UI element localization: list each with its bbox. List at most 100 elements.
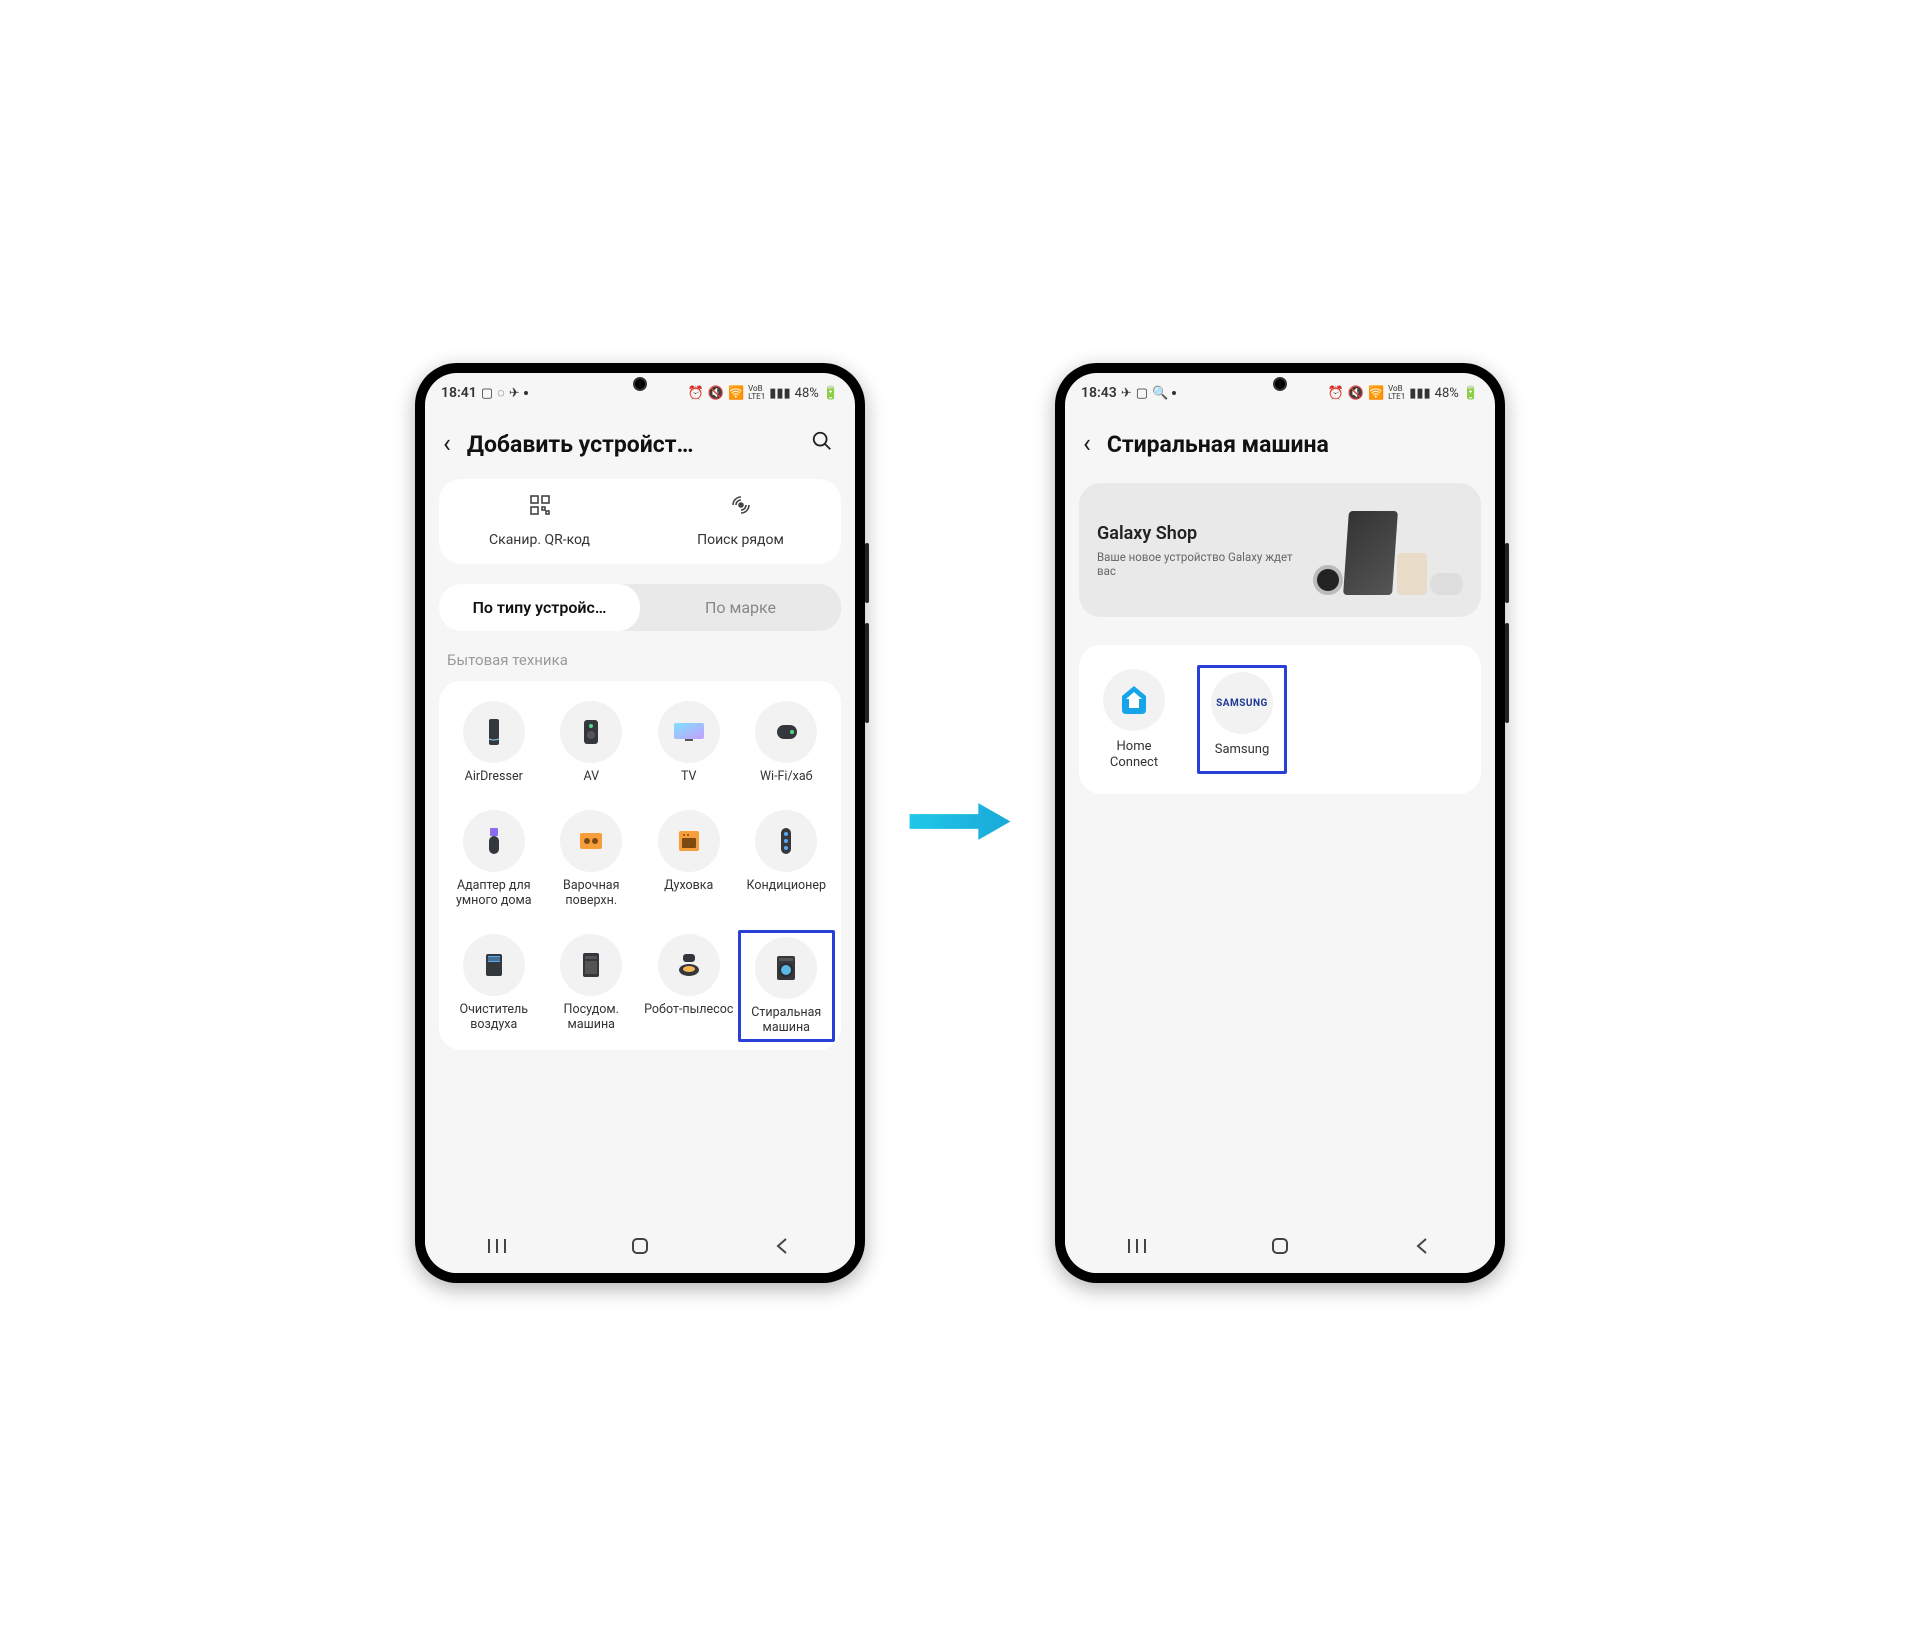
hub-icon (769, 715, 803, 749)
device-ac[interactable]: Кондиционер (738, 806, 836, 912)
empty-space (1065, 812, 1495, 1223)
brand-grid: Home Connect SAMSUNG Samsung (1079, 645, 1481, 794)
promo-banner[interactable]: Galaxy Shop Ваше новое устройство Galaxy… (1079, 483, 1481, 617)
washer-icon (769, 951, 803, 985)
front-camera (633, 377, 647, 391)
oven-icon (672, 824, 706, 858)
phone-frame-right: 18:43 ✈ ▢ 🔍 ⏰ 🔇 🛜 VoBLTE1 ▮▮▮ 48% 🔋 ‹ Ст… (1055, 363, 1505, 1283)
wifi-icon: 🛜 (728, 386, 744, 401)
tab-by-brand[interactable]: По марке (640, 584, 841, 631)
alarm-icon: ⏰ (688, 386, 704, 401)
dongle-icon (477, 824, 511, 858)
device-label: Очиститель воздуха (447, 1002, 541, 1032)
gallery-icon: ▢ (1136, 386, 1148, 401)
mute-icon: 🔇 (1348, 386, 1364, 401)
search-nearby-label: Поиск рядом (697, 532, 784, 548)
battery-text: 48% (795, 386, 819, 401)
section-label-appliances: Бытовая техника (425, 637, 855, 677)
device-oven[interactable]: Духовка (640, 806, 738, 912)
nav-home[interactable] (1269, 1235, 1291, 1261)
volte-icon: VoBLTE1 (748, 385, 765, 401)
status-time: 18:43 (1081, 385, 1117, 401)
device-airdresser[interactable]: AirDresser (445, 697, 543, 788)
purifier-icon (477, 948, 511, 982)
top-actions: Сканир. QR‑код Поиск рядом (439, 479, 841, 564)
device-label: Варочная поверхн. (545, 878, 639, 908)
filter-tabs: По типу устройс… По марке (439, 584, 841, 631)
device-label: TV (681, 769, 697, 784)
nav-bar (1065, 1223, 1495, 1273)
cooktop-icon (574, 824, 608, 858)
device-label: Кондиционер (746, 878, 826, 893)
more-icon (524, 391, 528, 395)
search-status-icon: 🔍 (1152, 386, 1168, 401)
search-icon (811, 430, 833, 452)
scan-qr-action[interactable]: Сканир. QR‑код (439, 479, 640, 564)
power-button (865, 623, 869, 723)
mute-icon: 🔇 (708, 386, 724, 401)
battery-text: 48% (1435, 386, 1459, 401)
nav-home[interactable] (629, 1235, 651, 1261)
device-dishwasher[interactable]: Посудом. машина (543, 930, 641, 1042)
app-header: ‹ Стиральная машина (1065, 407, 1495, 473)
device-label: AirDresser (465, 769, 523, 784)
nav-recent[interactable] (1126, 1235, 1148, 1261)
battery-icon: 🔋 (823, 386, 839, 401)
nav-recent[interactable] (486, 1235, 508, 1261)
app-header: ‹ Добавить устройст… (425, 407, 855, 473)
samsung-logo-icon: SAMSUNG (1211, 672, 1273, 734)
telegram-icon: ✈ (1121, 386, 1132, 401)
brand-label: Home Connect (1093, 739, 1175, 770)
front-camera (1273, 377, 1287, 391)
telegram-icon: ✈ (509, 386, 520, 401)
device-av[interactable]: AV (543, 697, 641, 788)
nav-back[interactable] (1412, 1235, 1434, 1261)
airdresser-icon (477, 715, 511, 749)
device-tv[interactable]: TV (640, 697, 738, 788)
device-robot-vacuum[interactable]: Робот‑пылесос (640, 930, 738, 1042)
device-label: Посудом. машина (545, 1002, 639, 1032)
signal-icon: ▮▮▮ (1409, 386, 1430, 401)
device-cooktop[interactable]: Варочная поверхн. (543, 806, 641, 912)
back-button[interactable]: ‹ (1083, 429, 1097, 459)
wifi-icon: 🛜 (1368, 386, 1384, 401)
search-nearby-action[interactable]: Поиск рядом (640, 479, 841, 564)
ac-icon (769, 824, 803, 858)
signal-icon: ▮▮▮ (769, 386, 790, 401)
brand-home-connect[interactable]: Home Connect (1089, 665, 1179, 774)
device-air-purifier[interactable]: Очиститель воздуха (445, 930, 543, 1042)
home-connect-icon (1103, 669, 1165, 731)
search-button[interactable] (807, 430, 837, 458)
gallery-icon: ▢ (481, 386, 493, 401)
device-label: Wi‑Fi/хаб (760, 769, 813, 784)
alarm-icon: ⏰ (1328, 386, 1344, 401)
radar-icon (646, 493, 835, 523)
speaker-icon (574, 715, 608, 749)
device-label: Стиральная машина (743, 1005, 831, 1035)
device-washing-machine[interactable]: Стиральная машина (738, 930, 836, 1042)
brand-samsung[interactable]: SAMSUNG Samsung (1197, 665, 1287, 774)
device-label: AV (583, 769, 599, 784)
robot-vacuum-icon (672, 948, 706, 982)
volume-button (1505, 543, 1509, 603)
nav-back[interactable] (772, 1235, 794, 1261)
device-type-grid: AirDresser AV TV Wi‑Fi/хаб Адаптер для у (439, 681, 841, 1050)
back-button[interactable]: ‹ (443, 429, 457, 459)
transition-arrow (905, 794, 1015, 853)
scan-qr-label: Сканир. QR‑код (489, 532, 590, 548)
qr-icon (445, 493, 634, 523)
device-label: Духовка (664, 878, 713, 893)
chat-icon: ◌ (497, 385, 505, 401)
device-wifi-hub[interactable]: Wi‑Fi/хаб (738, 697, 836, 788)
promo-title: Galaxy Shop (1097, 523, 1303, 544)
volume-button (865, 543, 869, 603)
phone-frame-left: 18:41 ▢ ◌ ✈ ⏰ 🔇 🛜 VoBLTE1 ▮▮▮ 48% 🔋 ‹ До… (415, 363, 865, 1283)
nav-bar (425, 1223, 855, 1273)
tv-icon (670, 715, 708, 749)
battery-icon: 🔋 (1463, 386, 1479, 401)
device-smart-adapter[interactable]: Адаптер для умного дома (445, 806, 543, 912)
content-area: Бытовая техника AirDresser AV TV Wi‑Fi/х… (425, 637, 855, 1223)
tab-by-type[interactable]: По типу устройс… (439, 584, 640, 631)
more-icon (1172, 391, 1176, 395)
promo-subtitle: Ваше новое устройство Galaxy ждет вас (1097, 550, 1303, 578)
